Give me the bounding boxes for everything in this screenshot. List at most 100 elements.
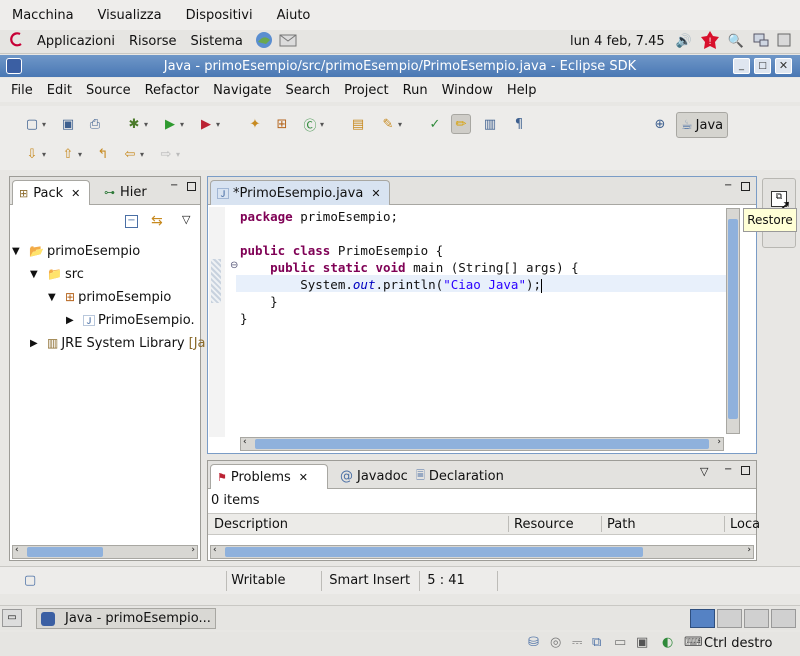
expand-arrow-icon[interactable]: ▼ <box>30 269 44 280</box>
search-tool-icon[interactable]: ✎ <box>378 114 398 134</box>
tree-item-jre[interactable]: ▶ ▥ JRE System Library [Ja <box>30 333 206 353</box>
code-line-4[interactable]: public static void main (String[] args) … <box>240 259 579 276</box>
show-whitespace-icon[interactable]: ¶ <box>509 114 529 134</box>
code-line-7[interactable]: } <box>240 310 248 327</box>
scroll-left-icon[interactable]: ‹ <box>243 437 247 447</box>
shutdown-icon[interactable] <box>776 31 794 53</box>
maximize-button[interactable]: □ <box>754 58 771 74</box>
scroll-left-icon[interactable]: ‹ <box>15 545 19 555</box>
maximize-view-button[interactable] <box>741 466 750 475</box>
perspective-java-button[interactable]: ☕ Java <box>676 112 728 138</box>
expand-arrow-icon[interactable]: ▼ <box>12 246 26 257</box>
menu-window[interactable]: Window <box>435 83 500 98</box>
menu-help[interactable]: Help <box>500 83 544 98</box>
workspace-switcher[interactable] <box>690 609 796 628</box>
menu-file[interactable]: File <box>4 83 40 98</box>
minimize-button[interactable]: _ <box>733 58 750 74</box>
print-icon[interactable]: ⎙ <box>85 114 105 134</box>
window-titlebar[interactable]: Java - primoEsempio/src/primoEsempio/Pri… <box>0 55 800 77</box>
link-with-editor-icon[interactable]: ⇆ <box>151 213 163 229</box>
workspace-3[interactable] <box>744 609 769 628</box>
vscroll-thumb[interactable] <box>728 219 738 419</box>
scroll-right-icon[interactable]: › <box>717 437 721 447</box>
menu-navigate[interactable]: Navigate <box>206 83 278 98</box>
column-description[interactable]: Description <box>214 517 288 532</box>
mark-occurrences-icon[interactable]: ✏ <box>451 114 471 134</box>
collapse-arrow-icon[interactable]: ▶ <box>30 338 44 349</box>
minimize-view-button[interactable]: − <box>170 181 180 191</box>
new-icon[interactable]: ▢ <box>22 114 42 134</box>
next-annotation-icon[interactable]: ✓ <box>425 114 445 134</box>
editor-vscrollbar[interactable] <box>726 208 740 434</box>
tree-item-package[interactable]: ▼ ⊞ primoEsempio <box>48 287 171 307</box>
places-menu[interactable]: Risorse <box>122 34 184 49</box>
tab-problems[interactable]: ⚑ Problems ✕ <box>210 464 328 489</box>
debug-icon[interactable]: ✱ <box>124 114 144 134</box>
vm-menu-machine[interactable]: Macchina <box>0 8 86 23</box>
new-class-icon[interactable]: Ⓒ <box>300 114 320 134</box>
system-menu[interactable]: Sistema <box>183 34 249 49</box>
scroll-right-icon[interactable]: › <box>191 545 195 555</box>
column-resource[interactable]: Resource <box>514 517 574 532</box>
run-icon[interactable]: ▶ <box>160 114 180 134</box>
column-location[interactable]: Loca <box>730 517 760 532</box>
toggle-breadcrumb-icon[interactable]: ▥ <box>480 114 500 134</box>
search-icon[interactable]: 🔍 <box>728 34 744 49</box>
tree-item-java-file[interactable]: ▶ 🄹 PrimoEsempio. <box>66 310 195 330</box>
tab-declaration[interactable]: 🗏 Declaration <box>410 464 510 489</box>
code-line-3[interactable]: public class PrimoEsempio { <box>240 242 443 259</box>
tab-hierarchy[interactable]: ⊶ Hier <box>98 180 153 205</box>
close-button[interactable]: ✕ <box>775 58 792 74</box>
network-adapter-icon[interactable]: ⧉ <box>592 635 601 650</box>
new-package-icon[interactable]: ⊞ <box>272 114 292 134</box>
collapse-all-icon[interactable]: − <box>125 215 138 228</box>
capture-icon[interactable]: ▣ <box>636 635 648 650</box>
editor-tab[interactable]: 🄹 *PrimoEsempio.java ✕ <box>210 180 390 205</box>
minimize-editor-button[interactable]: − <box>724 181 734 191</box>
mail-launcher-icon[interactable] <box>278 30 298 54</box>
fold-toggle-icon[interactable]: ⊖ <box>230 260 238 271</box>
last-edit-location-icon[interactable]: ↰ <box>93 144 113 164</box>
tab-javadoc[interactable]: @ Javadoc <box>334 464 414 489</box>
hscroll-thumb[interactable] <box>255 439 709 449</box>
close-tab-icon[interactable]: ✕ <box>71 187 80 200</box>
editor-hscrollbar[interactable]: ‹ › <box>240 437 724 451</box>
vm-menu-devices[interactable]: Dispositivi <box>174 8 265 23</box>
expand-arrow-icon[interactable]: ▼ <box>48 292 62 303</box>
tab-package-explorer[interactable]: ⊞ Pack ✕ <box>12 180 90 205</box>
menu-run[interactable]: Run <box>396 83 435 98</box>
menu-search[interactable]: Search <box>278 83 337 98</box>
applications-menu[interactable]: Applicazioni <box>30 34 122 49</box>
usb-icon[interactable]: ⎓ <box>572 635 582 650</box>
forward-icon[interactable]: ⇨ <box>156 144 176 164</box>
new-java-project-icon[interactable]: ✦ <box>245 114 265 134</box>
workspace-4[interactable] <box>771 609 796 628</box>
menu-source[interactable]: Source <box>79 83 138 98</box>
close-tab-icon[interactable]: ✕ <box>299 471 308 484</box>
fast-view-icon[interactable]: ▢ <box>24 573 36 588</box>
tree-item-src[interactable]: ▼ 📁 src <box>30 264 84 284</box>
view-menu-icon[interactable]: ▽ <box>700 465 708 478</box>
previous-edit-icon[interactable]: ⇧ <box>58 144 78 164</box>
menu-edit[interactable]: Edit <box>40 83 79 98</box>
debian-logo-icon[interactable] <box>8 31 26 53</box>
browser-launcher-icon[interactable] <box>254 30 274 54</box>
code-line-5[interactable]: System.out.println("Ciao Java"); <box>240 276 543 293</box>
code-line-6[interactable]: } <box>240 293 278 310</box>
hscroll-thumb[interactable] <box>225 547 643 557</box>
taskbar-eclipse-button[interactable]: Java - primoEsempio... <box>36 608 216 629</box>
vm-menu-help[interactable]: Aiuto <box>265 8 323 23</box>
open-type-icon[interactable]: ▤ <box>348 114 368 134</box>
show-desktop-icon[interactable]: ▭ <box>2 609 22 627</box>
eclipse-window-icon[interactable] <box>6 58 22 74</box>
code-line-1[interactable]: package primoEsempio; <box>240 208 398 225</box>
menu-refactor[interactable]: Refactor <box>138 83 207 98</box>
hscroll-thumb[interactable] <box>27 547 103 557</box>
next-edit-icon[interactable]: ⇩ <box>22 144 42 164</box>
shared-folders-icon[interactable]: ▭ <box>614 635 626 650</box>
minimize-view-button[interactable]: − <box>724 465 734 475</box>
hard-disk-icon[interactable]: ⛁ <box>528 635 539 650</box>
network-icon[interactable] <box>752 31 770 53</box>
close-tab-icon[interactable]: ✕ <box>371 187 380 200</box>
vm-menu-view[interactable]: Visualizza <box>86 8 174 23</box>
